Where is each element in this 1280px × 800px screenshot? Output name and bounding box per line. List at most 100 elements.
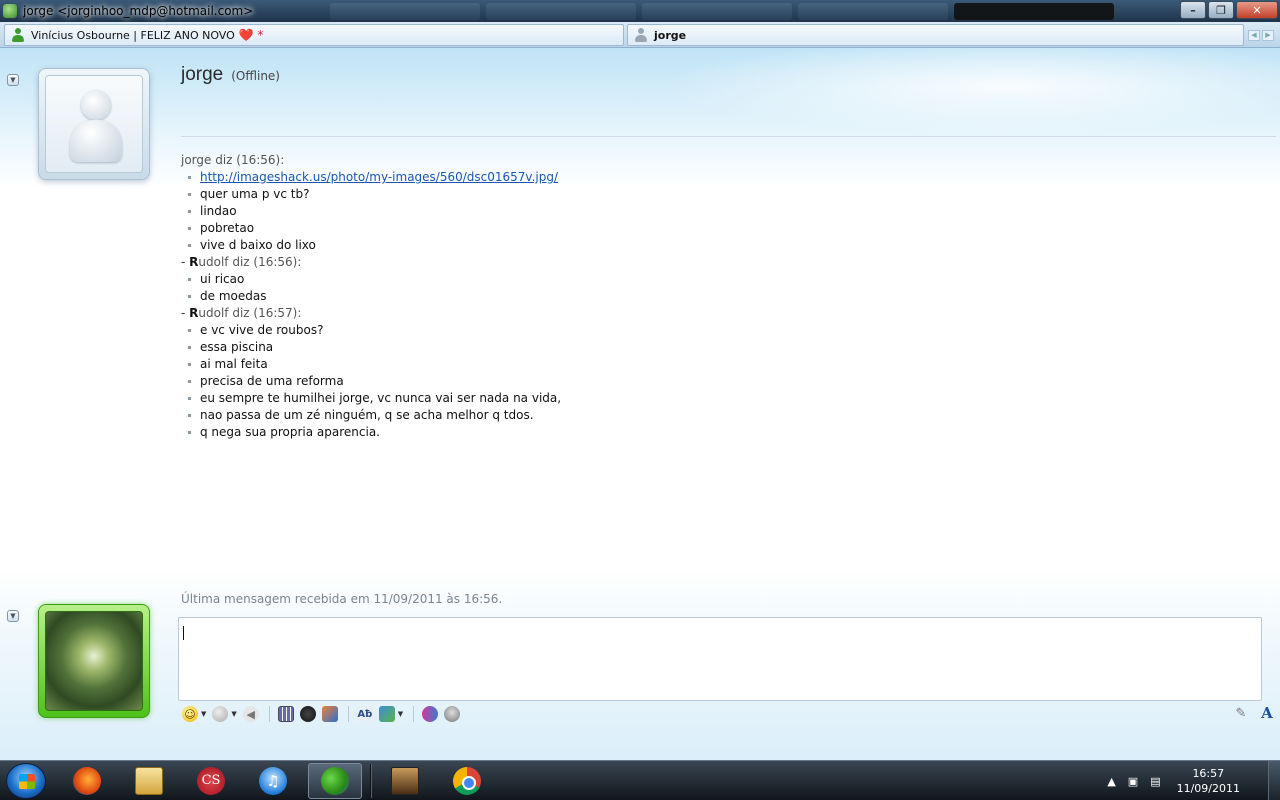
taskbar-messenger[interactable] <box>308 762 362 799</box>
taskbar-creative-suite[interactable]: CS <box>184 763 238 799</box>
maximize-button[interactable]: ❐ <box>1208 1 1234 19</box>
contact-panel-expander[interactable]: ▼ <box>7 74 19 86</box>
toolbar-separator <box>413 706 415 722</box>
wink-icon <box>212 706 229 722</box>
system-tray: ▲ ▣ ▤ 16:57 11/09/2011 <box>1107 761 1280 800</box>
show-desktop-button[interactable] <box>1268 761 1280 800</box>
tab-scroll-left-button[interactable]: ◀ <box>1248 30 1260 41</box>
spellcheck-icon: Aƀ <box>356 706 373 722</box>
background-window <box>798 3 948 20</box>
font-icon[interactable]: A <box>1258 704 1276 722</box>
sender-name: jorge diz (16:56): <box>181 153 285 167</box>
message-item: ai mal feita <box>181 356 1081 373</box>
tab-label: Vinícius Osbourne | FELIZ ANO NOVO <box>31 28 235 42</box>
handwriting-icon[interactable]: ✎ <box>1232 704 1250 722</box>
background-window <box>642 3 792 20</box>
sender-prefix: - <box>181 306 190 320</box>
window-title-bar[interactable]: jorge <jorginhoo_mdp@hotmail.com> – ❐ ✕ <box>0 0 1280 22</box>
games-button[interactable] <box>321 704 338 724</box>
taskbar-separator <box>370 763 372 798</box>
start-button[interactable] <box>6 762 46 799</box>
offline-user-icon <box>634 28 648 42</box>
invite-contact-button[interactable] <box>422 704 439 724</box>
toolbar-separator <box>347 706 349 722</box>
contact-avatar[interactable] <box>38 68 150 180</box>
background-window-tabs <box>330 3 1114 20</box>
chevron-down-icon[interactable]: ▼ <box>231 710 236 718</box>
show-hidden-icons-icon[interactable]: ▲ <box>1107 775 1115 788</box>
clock-time: 16:57 <box>1192 767 1225 780</box>
compose-box[interactable] <box>178 617 1262 701</box>
background-window <box>954 3 1114 20</box>
message-item: lindao <box>181 203 1081 220</box>
close-button[interactable]: ✕ <box>1236 1 1278 19</box>
voice-clip-icon <box>299 706 316 722</box>
taskbar-explorer[interactable] <box>122 763 176 799</box>
block-contact-button[interactable] <box>444 704 461 724</box>
message-history[interactable]: jorge diz (16:56): http://imageshack.us/p… <box>181 152 1081 441</box>
toolbar-right: ✎ A <box>1232 704 1276 722</box>
voice-clip-button[interactable] <box>299 704 316 724</box>
text-caret <box>183 626 184 640</box>
message-item: quer uma p vc tb? <box>181 186 1081 203</box>
message-item: pobretao <box>181 220 1081 237</box>
message-item: eu sempre te humilhei jorge, vc nunca va… <box>181 390 1081 407</box>
message-item: de moedas <box>181 288 1081 305</box>
header-divider <box>181 136 1276 137</box>
tab-vinicius[interactable]: Vinícius Osbourne | FELIZ ANO NOVO ❤️ * <box>4 24 624 46</box>
nudge-button[interactable]: ◀ <box>242 704 259 724</box>
share-photos-button[interactable]: ▼ <box>378 704 403 724</box>
message-item: precisa de uma reforma <box>181 373 1081 390</box>
minimize-button[interactable]: – <box>1180 1 1206 19</box>
share-photos-icon <box>378 706 395 722</box>
window-title: jorge <jorginhoo_mdp@hotmail.com> <box>23 4 254 18</box>
nudge-icon: ◀ <box>242 706 259 722</box>
contact-status: (Offline) <box>231 69 280 83</box>
creative-suite-icon: CS <box>197 766 225 795</box>
online-user-icon <box>11 28 25 42</box>
window-controls: – ❐ ✕ <box>1178 1 1278 19</box>
block-contact-icon <box>444 706 461 722</box>
message-link[interactable]: http://imageshack.us/photo/my-images/560… <box>200 170 558 184</box>
heart-icon: ❤️ * <box>238 28 264 42</box>
message-item: http://imageshack.us/photo/my-images/560… <box>181 169 1081 186</box>
sender-prefix: - <box>181 255 190 269</box>
taskbar-chrome[interactable] <box>440 763 494 799</box>
power-icon[interactable]: ▤ <box>1150 775 1160 788</box>
games-icon <box>321 706 338 722</box>
chevron-down-icon[interactable]: ▼ <box>398 710 403 718</box>
contact-name: jorge <box>181 64 224 85</box>
message-item: vive d baixo do lixo <box>181 237 1081 254</box>
activities-icon <box>277 706 294 722</box>
activities-button[interactable] <box>277 704 294 724</box>
message-input[interactable] <box>179 618 1261 700</box>
background-window <box>486 3 636 20</box>
default-user-picture <box>45 75 143 173</box>
toolbar-separator <box>268 706 270 722</box>
message-sender-line: - Rudolf diz (16:57): <box>181 305 1081 322</box>
wink-button[interactable]: ▼ <box>212 704 237 724</box>
emoticon-icon: ☺ <box>182 706 198 722</box>
emoticon-button[interactable]: ☺ ▼ <box>182 704 206 724</box>
spellcheck-button[interactable]: Aƀ <box>356 704 373 724</box>
tab-scroll-right-button[interactable]: ▶ <box>1262 30 1274 41</box>
sender-name: udolf diz (16:57): <box>198 306 302 320</box>
message-sender-line: - Rudolf diz (16:56): <box>181 254 1081 271</box>
taskbar-itunes[interactable]: ♫ <box>246 763 300 799</box>
compose-toolbar: ☺ ▼ ▼ ◀ Aƀ ▼ ✎ A <box>178 702 1273 726</box>
taskbar-firefox[interactable] <box>60 763 114 799</box>
message-item: nao passa de um zé ninguém, q se acha me… <box>181 407 1081 424</box>
invite-contact-icon <box>422 706 439 722</box>
game-icon <box>391 766 419 795</box>
network-icon[interactable]: ▣ <box>1128 775 1138 788</box>
system-clock[interactable]: 16:57 11/09/2011 <box>1177 766 1240 796</box>
self-panel-expander[interactable]: ▼ <box>7 610 19 622</box>
tab-label: jorge <box>654 28 687 42</box>
tab-jorge[interactable]: jorge <box>627 24 1244 46</box>
user-display-picture <box>45 611 143 711</box>
chevron-down-icon[interactable]: ▼ <box>201 710 206 718</box>
self-avatar[interactable] <box>38 604 150 718</box>
conversation-tab-bar: Vinícius Osbourne | FELIZ ANO NOVO ❤️ * … <box>0 22 1280 48</box>
taskbar-game[interactable] <box>378 763 432 799</box>
message-item: essa piscina <box>181 339 1081 356</box>
